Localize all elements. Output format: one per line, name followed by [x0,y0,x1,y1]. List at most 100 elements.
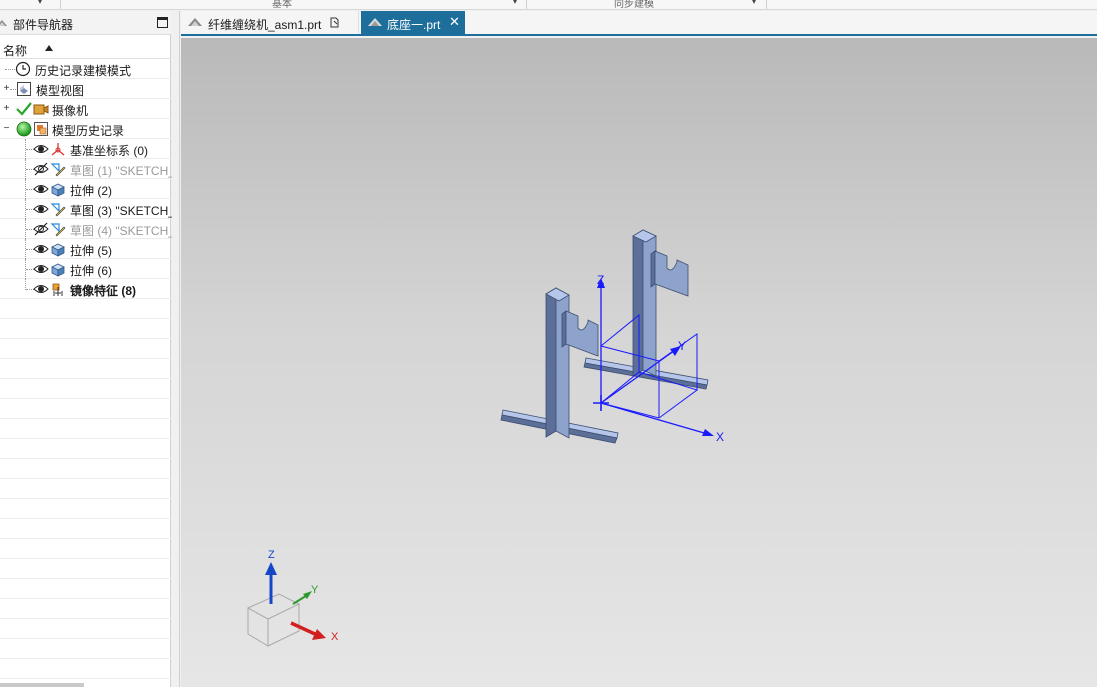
tree-empty-row [0,299,171,319]
part-navigator: 部件导航器 名称 历史记录建模模式 + 模型视图 + 摄像机 − 模型历史记录 … [0,11,175,687]
tree-item-sketch-4[interactable]: 草图 (4) "SKETCH_ [0,219,175,239]
tab-base-part[interactable]: 底座一.prt ✕ [361,11,465,34]
eye-visible-icon[interactable] [33,241,49,257]
navigator-title: 部件导航器 [13,18,74,32]
rear-bracket[interactable] [650,250,689,297]
model-scene[interactable]: Z X Y Z X Y [181,38,1097,687]
tree-empty-row [0,499,171,519]
tree-empty-row [0,359,171,379]
extrude-icon [51,243,65,257]
ribbon-strip: ▾ 基本 ▾ 同步建模 ▾ [0,0,1097,10]
eye-hidden-icon[interactable] [33,221,49,237]
datum-csys-icon [51,143,65,156]
maximize-icon[interactable] [157,17,168,28]
tree-item-label: 拉伸 (5) [70,244,113,258]
history-folder-icon [34,122,48,136]
tree-item-extrude-2[interactable]: 拉伸 (2) [0,179,171,199]
ribbon-group-sync-modeling[interactable]: 同步建模 [614,0,654,9]
tree-item-label: 拉伸 (2) [70,184,113,198]
column-header-name[interactable]: 名称 [0,39,171,59]
eye-visible-icon[interactable] [33,201,49,217]
tree-connector [5,69,15,70]
tree-empty-row [0,539,171,559]
expand-plus-icon[interactable]: + [2,104,11,114]
sketch-icon [50,223,66,237]
tree-empty-row [0,379,171,399]
tree-empty-row [0,519,171,539]
tree-item-extrude-5[interactable]: 拉伸 (5) [0,239,171,259]
mirror-feature-icon [52,283,63,296]
part-navigator-icon [0,20,7,26]
tree-empty-row [0,579,171,599]
tree-item-datum-csys[interactable]: 基准坐标系 (0) [0,139,171,159]
green-status-icon [16,121,32,137]
clock-icon [15,61,31,77]
tab-label: 纤维缠绕机_asm1.prt [208,18,322,32]
tree-item-label: 镜像特征 (8) [70,284,137,298]
tree-item-label: 模型视图 [36,84,85,98]
ribbon-separator [526,0,527,9]
chevron-down-icon[interactable]: ▾ [513,0,517,6]
collapse-minus-icon[interactable]: − [2,124,11,134]
part-file-icon [188,18,202,26]
tree-item-sketch-1[interactable]: 草图 (1) "SKETCH_ [0,159,175,179]
tree-empty-row [0,659,171,679]
document-tabs: 纤维缠绕机_asm1.prt 底座一.prt ✕ [181,11,1097,36]
csys-x-label: X [716,430,724,444]
eye-visible-icon[interactable] [33,261,49,277]
tree-empty-row [0,599,171,619]
panel-splitter[interactable] [172,11,180,687]
view-triad[interactable]: Z X Y [246,549,339,647]
eye-visible-icon[interactable] [33,141,49,157]
graphics-viewport[interactable]: Z X Y Z X Y [181,38,1097,687]
triad-y-label: Y [311,584,319,596]
front-post[interactable] [545,287,570,439]
eye-visible-icon[interactable] [33,281,49,297]
tree-item-extrude-6[interactable]: 拉伸 (6) [0,259,171,279]
tree-empty-row [0,339,171,359]
triad-z-label: Z [268,549,275,561]
ribbon-separator [60,0,61,9]
tree-empty-row [0,559,171,579]
extrude-icon [51,183,65,197]
tree-item-label: 草图 (3) "SKETCH_ [70,204,175,218]
eye-hidden-icon[interactable] [33,161,49,177]
csys-x-arrow [702,429,714,436]
tree-item-mirror-feature-8[interactable]: 镜像特征 (8) [0,279,171,299]
tab-label: 底座一.prt [387,18,441,32]
triad-x-label: X [331,631,339,643]
tree-item-label: 草图 (1) "SKETCH_ [70,164,175,178]
tree-empty-row [0,419,171,439]
close-icon[interactable]: ✕ [449,14,460,30]
chevron-down-icon[interactable]: ▾ [752,0,756,6]
ribbon-group-basic[interactable]: 基本 [272,0,292,9]
rear-post[interactable] [632,229,657,377]
eye-visible-icon[interactable] [33,181,49,197]
sketch-icon [50,163,66,177]
tree-item-label: 历史记录建模模式 [35,64,132,78]
tree-item-history-mode[interactable]: 历史记录建模模式 [0,59,171,79]
tree-empty-row [0,319,171,339]
horizontal-scrollbar[interactable] [0,683,84,687]
tree-item-label: 模型历史记录 [52,124,125,138]
sort-ascending-icon[interactable] [45,45,53,51]
tree-item-label: 基准坐标系 (0) [70,144,149,158]
tree-item-camera[interactable]: + 摄像机 [0,99,171,119]
csys-z-label: Z [597,273,604,287]
chevron-down-icon[interactable]: ▾ [38,0,42,6]
tree-item-model-views[interactable]: + 模型视图 [0,79,171,99]
tab-assembly-file[interactable]: 纤维缠绕机_asm1.prt [181,11,359,34]
tree-empty-row [0,639,171,659]
extrude-icon [51,263,65,277]
tree-item-label: 草图 (4) "SKETCH_ [70,224,175,238]
tree-item-label: 拉伸 (6) [70,264,113,278]
csys-y-label: Y [678,339,686,353]
modified-document-icon [330,17,339,28]
tree-empty-row [0,619,171,639]
tree-empty-row [0,479,171,499]
tree-item-sketch-3[interactable]: 草图 (3) "SKETCH_ [0,199,175,219]
tree-item-model-history[interactable]: − 模型历史记录 [0,119,171,139]
model-view-icon [17,82,31,96]
sketch-icon [50,203,66,217]
camera-icon [33,104,49,115]
